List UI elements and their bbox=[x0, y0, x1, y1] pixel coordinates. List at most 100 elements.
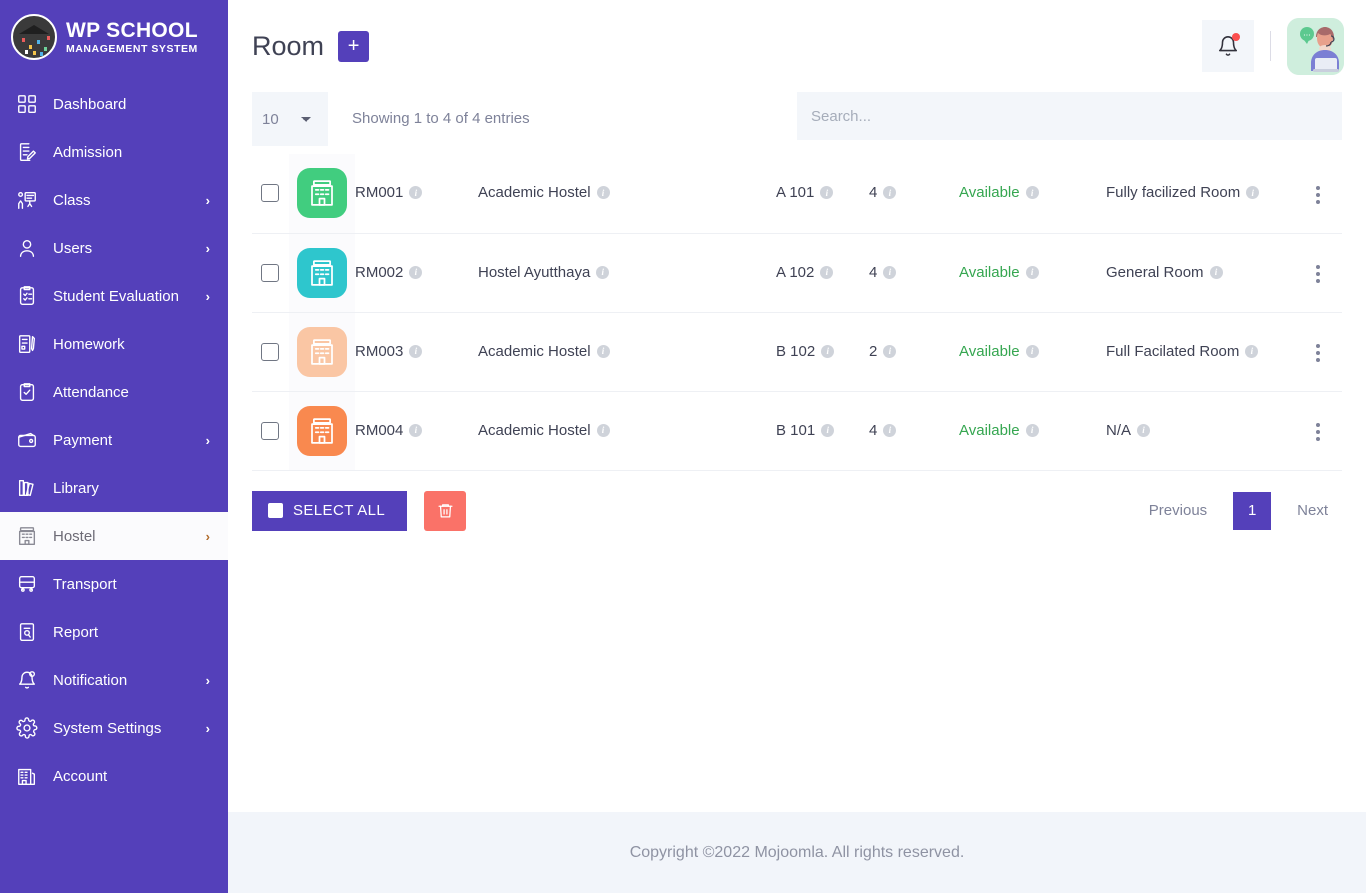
seat-count-info-icon[interactable]: i bbox=[883, 344, 897, 358]
sidebar-item-notification[interactable]: Notification › bbox=[0, 656, 228, 704]
pagination-page-1[interactable]: 1 bbox=[1233, 491, 1272, 530]
search-input[interactable] bbox=[797, 92, 1342, 140]
row-actions-menu-button[interactable] bbox=[1310, 417, 1326, 447]
presentation-icon bbox=[15, 188, 39, 212]
sidebar-item-student-evaluation[interactable]: Student Evaluation › bbox=[0, 272, 228, 320]
room-code: RM004 bbox=[355, 421, 404, 439]
room-number-info-icon[interactable]: i bbox=[820, 186, 834, 200]
room-code-info-icon[interactable]: i bbox=[409, 344, 423, 358]
sidebar-item-transport[interactable]: Transport bbox=[0, 560, 228, 608]
description-info-icon[interactable]: i bbox=[1246, 186, 1260, 200]
graduation-cap-logo bbox=[11, 14, 57, 60]
add-room-button[interactable]: + bbox=[338, 30, 370, 62]
status-badge: Available bbox=[959, 184, 1020, 202]
hostel-name: Academic Hostel bbox=[478, 184, 591, 202]
sidebar-item-dashboard[interactable]: Dashboard bbox=[0, 80, 228, 128]
room-code: RM003 bbox=[355, 342, 404, 360]
status-info-icon[interactable]: i bbox=[1025, 344, 1039, 358]
sidebar-item-label: Admission bbox=[53, 143, 123, 161]
room-code-info-icon[interactable]: i bbox=[409, 423, 423, 437]
brand[interactable]: WP SCHOOL MANAGEMENT SYSTEM bbox=[0, 0, 228, 74]
row-actions-menu-button[interactable] bbox=[1310, 259, 1326, 289]
chevron-right-icon: › bbox=[205, 672, 210, 688]
room-code-info-icon[interactable]: i bbox=[409, 265, 423, 279]
hostel-name-info-icon[interactable]: i bbox=[596, 265, 610, 279]
trash-icon bbox=[438, 504, 453, 518]
sidebar-item-payment[interactable]: Payment › bbox=[0, 416, 228, 464]
description-info-icon[interactable]: i bbox=[1137, 423, 1151, 437]
sidebar-item-label: Student Evaluation bbox=[53, 287, 179, 305]
notification-bell-button[interactable] bbox=[1202, 20, 1254, 72]
sidebar-item-class[interactable]: Class › bbox=[0, 176, 228, 224]
report-icon bbox=[15, 620, 39, 644]
seat-count-info-icon[interactable]: i bbox=[883, 423, 897, 437]
select-all-button[interactable]: SELECT ALL bbox=[252, 490, 408, 531]
pagination: Previous 1 Next bbox=[1135, 491, 1342, 530]
description-info-icon[interactable]: i bbox=[1209, 265, 1223, 279]
row-actions-menu-button[interactable] bbox=[1310, 180, 1326, 210]
sidebar-item-hostel[interactable]: Hostel › bbox=[0, 512, 228, 560]
main-area: Room + • • • 10 Showing 1 to 4 of 4 entr… bbox=[228, 0, 1366, 893]
status-info-icon[interactable]: i bbox=[1025, 423, 1039, 437]
status-badge: Available bbox=[959, 421, 1020, 439]
hostel-name: Academic Hostel bbox=[478, 421, 591, 439]
hostel-name-info-icon[interactable]: i bbox=[596, 423, 610, 437]
pagination-previous[interactable]: Previous bbox=[1135, 492, 1221, 530]
status-info-icon[interactable]: i bbox=[1025, 265, 1039, 279]
room-number: A 102 bbox=[776, 263, 815, 281]
sidebar-item-users[interactable]: Users › bbox=[0, 224, 228, 272]
seat-count-info-icon[interactable]: i bbox=[883, 265, 897, 279]
room-code: RM002 bbox=[355, 263, 404, 281]
page-length-select[interactable]: 102550100 bbox=[252, 92, 328, 146]
page-title: Room bbox=[252, 30, 325, 61]
sidebar: WP SCHOOL MANAGEMENT SYSTEM Dashboard Adm… bbox=[0, 0, 228, 893]
rooms-table: RM001 i Academic Hostel i A 101 i 4 i Available i… bbox=[252, 154, 1342, 471]
room-number-info-icon[interactable]: i bbox=[821, 423, 835, 437]
seat-count-info-icon[interactable]: i bbox=[883, 186, 897, 200]
sidebar-item-label: Transport bbox=[53, 575, 117, 593]
delete-selected-button[interactable] bbox=[424, 490, 467, 531]
hostel-name-info-icon[interactable]: i bbox=[596, 186, 610, 200]
chevron-right-icon: › bbox=[205, 288, 210, 304]
sidebar-item-account[interactable]: Account bbox=[0, 752, 228, 800]
room-description: Full Facilated Room bbox=[1106, 342, 1240, 360]
hostel-name-info-icon[interactable]: i bbox=[596, 344, 610, 358]
sidebar-item-library[interactable]: Library bbox=[0, 464, 228, 512]
sidebar-item-label: System Settings bbox=[53, 719, 162, 737]
table-row: RM004 i Academic Hostel i B 101 i 4 i Available i… bbox=[252, 391, 1342, 471]
chevron-right-icon: › bbox=[205, 240, 210, 256]
topbar-actions: • • • bbox=[1202, 17, 1344, 75]
sidebar-item-admission[interactable]: Admission bbox=[0, 128, 228, 176]
user-avatar[interactable]: • • • bbox=[1287, 17, 1344, 75]
room-number-info-icon[interactable]: i bbox=[820, 265, 834, 279]
hostel-icon bbox=[297, 326, 347, 377]
pagination-next[interactable]: Next bbox=[1283, 492, 1342, 530]
row-checkbox[interactable] bbox=[261, 184, 279, 203]
description-info-icon[interactable]: i bbox=[1245, 344, 1259, 358]
seat-count: 4 bbox=[869, 263, 878, 281]
sidebar-item-attendance[interactable]: Attendance bbox=[0, 368, 228, 416]
sidebar-item-label: Payment bbox=[53, 431, 113, 449]
row-checkbox[interactable] bbox=[261, 421, 279, 440]
room-number-info-icon[interactable]: i bbox=[821, 344, 835, 358]
room-number: A 101 bbox=[776, 184, 815, 202]
sidebar-item-report[interactable]: Report bbox=[0, 608, 228, 656]
row-actions-menu-button[interactable] bbox=[1310, 338, 1326, 368]
hostel-icon bbox=[15, 524, 39, 548]
grid-icon bbox=[15, 92, 39, 116]
support-agent-avatar: • • • bbox=[1287, 17, 1344, 75]
status-badge: Available bbox=[959, 342, 1020, 360]
sidebar-item-homework[interactable]: Homework bbox=[0, 320, 228, 368]
bank-icon bbox=[15, 764, 39, 788]
sidebar-nav: Dashboard Admission Class › Users › Student Ev… bbox=[0, 74, 228, 893]
room-code-info-icon[interactable]: i bbox=[409, 186, 423, 200]
sidebar-item-system-settings[interactable]: System Settings › bbox=[0, 704, 228, 752]
hostel-icon bbox=[297, 247, 347, 298]
search-container bbox=[797, 92, 1342, 140]
footer: Copyright ©2022 Mojoomla. All rights res… bbox=[228, 812, 1366, 893]
status-info-icon[interactable]: i bbox=[1025, 186, 1039, 200]
row-checkbox[interactable] bbox=[261, 342, 279, 361]
wallet-icon bbox=[15, 428, 39, 452]
row-checkbox[interactable] bbox=[261, 263, 279, 282]
notebook-pen-icon bbox=[15, 332, 39, 356]
